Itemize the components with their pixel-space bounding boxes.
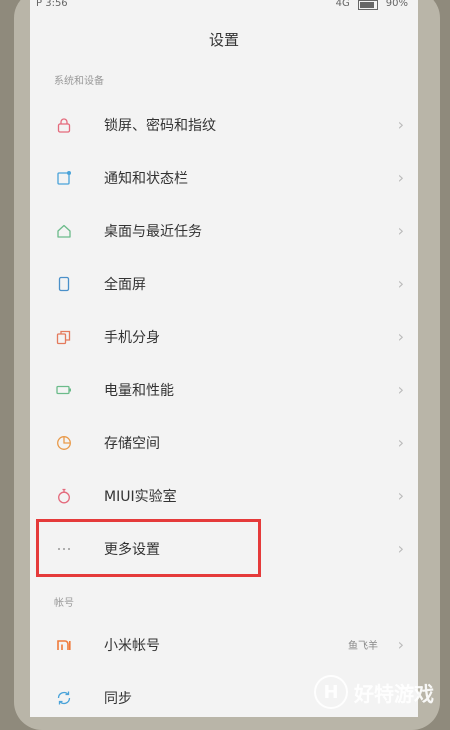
- network-label: 4G: [335, 0, 350, 9]
- item-label: 通知和状态栏: [104, 170, 188, 187]
- lock-icon: [56, 117, 72, 133]
- home-icon: [56, 223, 72, 239]
- dual-phone-icon: [56, 329, 72, 345]
- item-label: 同步: [104, 690, 132, 707]
- title-bar: 设置: [30, 20, 418, 60]
- item-label: 电量和性能: [104, 382, 174, 399]
- page-title: 设置: [208, 31, 239, 49]
- watermark-logo-icon: H: [314, 675, 348, 709]
- chevron-right-icon: ›: [397, 433, 404, 452]
- chevron-right-icon: ›: [397, 168, 404, 187]
- settings-item-lock-screen[interactable]: 锁屏、密码和指纹 ›: [30, 98, 418, 151]
- watermark-text: 好特游戏: [354, 681, 434, 706]
- watermark: H 好特游戏: [314, 675, 434, 709]
- item-label: 手机分身: [104, 329, 160, 346]
- chevron-right-icon: ›: [397, 274, 404, 293]
- account-name-value: 鱼飞羊: [348, 641, 378, 652]
- battery-percent: 90%: [385, 0, 408, 9]
- section-header-system: 系统和设备: [54, 76, 104, 87]
- item-label: 全面屏: [104, 276, 146, 293]
- red-highlight-box: [36, 519, 261, 577]
- status-right: 4G 90%: [335, 0, 408, 10]
- chevron-right-icon: ›: [397, 115, 404, 134]
- battery-icon: [56, 382, 72, 398]
- settings-screen: P 3:56 4G 90% 设置 系统和设备 锁屏、密码和指纹 › 通知和状态栏…: [30, 0, 418, 717]
- settings-item-home-screen[interactable]: 桌面与最近任务 ›: [30, 204, 418, 257]
- status-bar: P 3:56 4G 90%: [30, 0, 418, 14]
- notification-icon: [56, 170, 72, 186]
- system-settings-list: 锁屏、密码和指纹 › 通知和状态栏 › 桌面与最近任务 › 全面屏 › 手机分身…: [30, 98, 418, 575]
- settings-item-notifications[interactable]: 通知和状态栏 ›: [30, 151, 418, 204]
- item-label: 锁屏、密码和指纹: [104, 117, 216, 134]
- chevron-right-icon: ›: [397, 380, 404, 399]
- sync-icon: [56, 690, 72, 706]
- status-time: P 3:56: [36, 0, 68, 9]
- section-header-account: 帐号: [54, 598, 74, 609]
- item-label: 桌面与最近任务: [104, 223, 202, 240]
- item-label: MIUI实验室: [104, 488, 177, 505]
- battery-status-icon: [357, 0, 378, 10]
- chevron-right-icon: ›: [397, 221, 404, 240]
- settings-item-fullscreen[interactable]: 全面屏 ›: [30, 257, 418, 310]
- storage-icon: [56, 435, 72, 451]
- mi-logo-icon: [56, 637, 72, 653]
- chevron-right-icon: ›: [397, 486, 404, 505]
- settings-item-storage[interactable]: 存储空间 ›: [30, 416, 418, 469]
- item-label: 存储空间: [104, 435, 160, 452]
- item-label: 小米帐号: [104, 637, 160, 654]
- settings-item-mi-account[interactable]: 小米帐号 鱼飞羊 ›: [30, 618, 418, 671]
- settings-item-battery[interactable]: 电量和性能 ›: [30, 363, 418, 416]
- lab-flask-icon: [56, 488, 72, 504]
- settings-item-miui-lab[interactable]: MIUI实验室 ›: [30, 469, 418, 522]
- chevron-right-icon: ›: [397, 539, 404, 558]
- fullscreen-icon: [56, 276, 72, 292]
- chevron-right-icon: ›: [397, 327, 404, 346]
- chevron-right-icon: ›: [397, 635, 404, 654]
- settings-item-second-space[interactable]: 手机分身 ›: [30, 310, 418, 363]
